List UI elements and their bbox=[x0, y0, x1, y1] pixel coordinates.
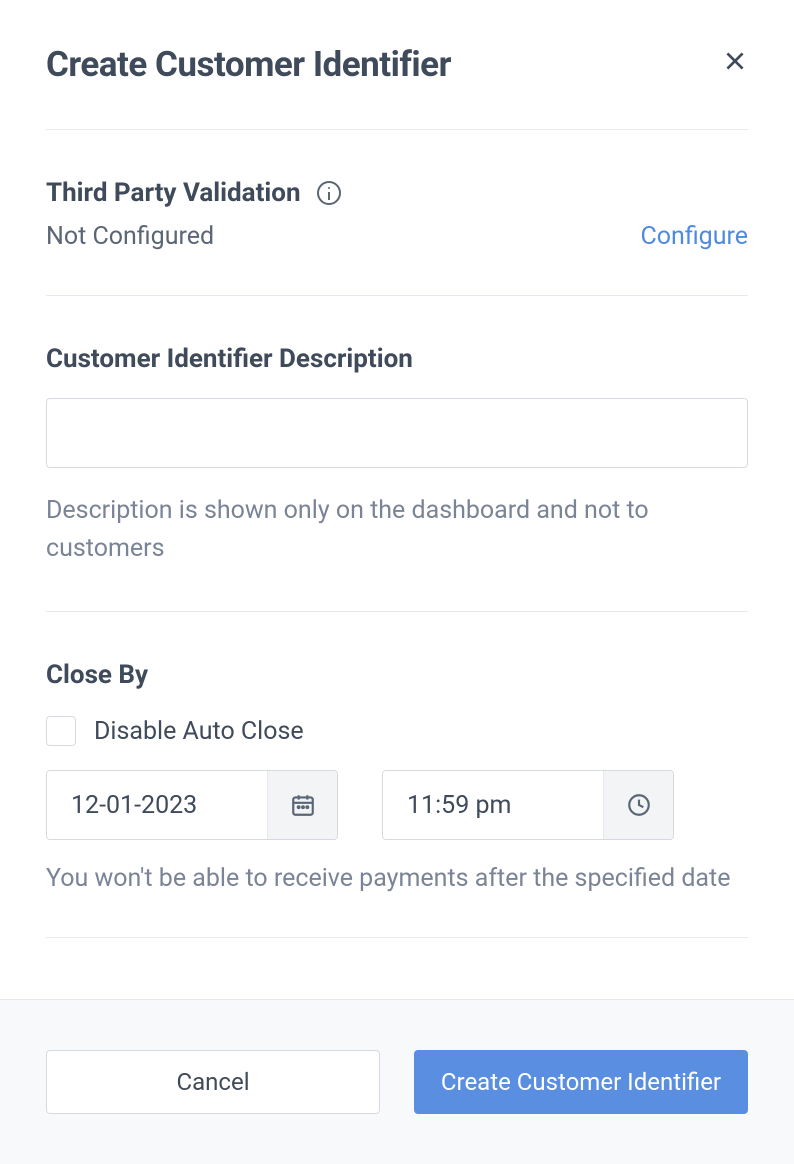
close-button[interactable] bbox=[722, 48, 748, 78]
clock-icon bbox=[603, 771, 673, 839]
date-value: 12-01-2023 bbox=[47, 771, 267, 839]
validation-label: Third Party Validation bbox=[46, 178, 301, 208]
description-helper: Description is shown only on the dashboa… bbox=[46, 492, 748, 567]
validation-status: Not Configured bbox=[46, 222, 214, 251]
create-customer-identifier-button[interactable]: Create Customer Identifier bbox=[414, 1050, 748, 1114]
close-by-label: Close By bbox=[46, 660, 748, 690]
info-icon[interactable] bbox=[317, 181, 341, 205]
close-icon bbox=[722, 48, 748, 74]
page-title: Create Customer Identifier bbox=[46, 44, 451, 85]
time-input-group[interactable]: 11:59 pm bbox=[382, 770, 674, 840]
close-by-section: Close By Disable Auto Close 12-01-2023 bbox=[46, 612, 748, 893]
calendar-icon bbox=[267, 771, 337, 839]
description-section: Customer Identifier Description Descript… bbox=[46, 296, 748, 567]
date-input-group[interactable]: 12-01-2023 bbox=[46, 770, 338, 840]
validation-section: Third Party Validation Not Configured Co… bbox=[46, 130, 748, 251]
divider bbox=[46, 937, 748, 938]
cancel-button[interactable]: Cancel bbox=[46, 1050, 380, 1114]
close-by-helper: You won't be able to receive payments af… bbox=[46, 864, 748, 893]
disable-auto-close-label: Disable Auto Close bbox=[94, 717, 304, 746]
configure-link[interactable]: Configure bbox=[640, 222, 748, 251]
time-value: 11:59 pm bbox=[383, 771, 603, 839]
description-input[interactable] bbox=[46, 398, 748, 468]
disable-auto-close-checkbox[interactable] bbox=[46, 716, 76, 746]
description-label: Customer Identifier Description bbox=[46, 344, 748, 374]
footer: Cancel Create Customer Identifier bbox=[0, 999, 794, 1164]
